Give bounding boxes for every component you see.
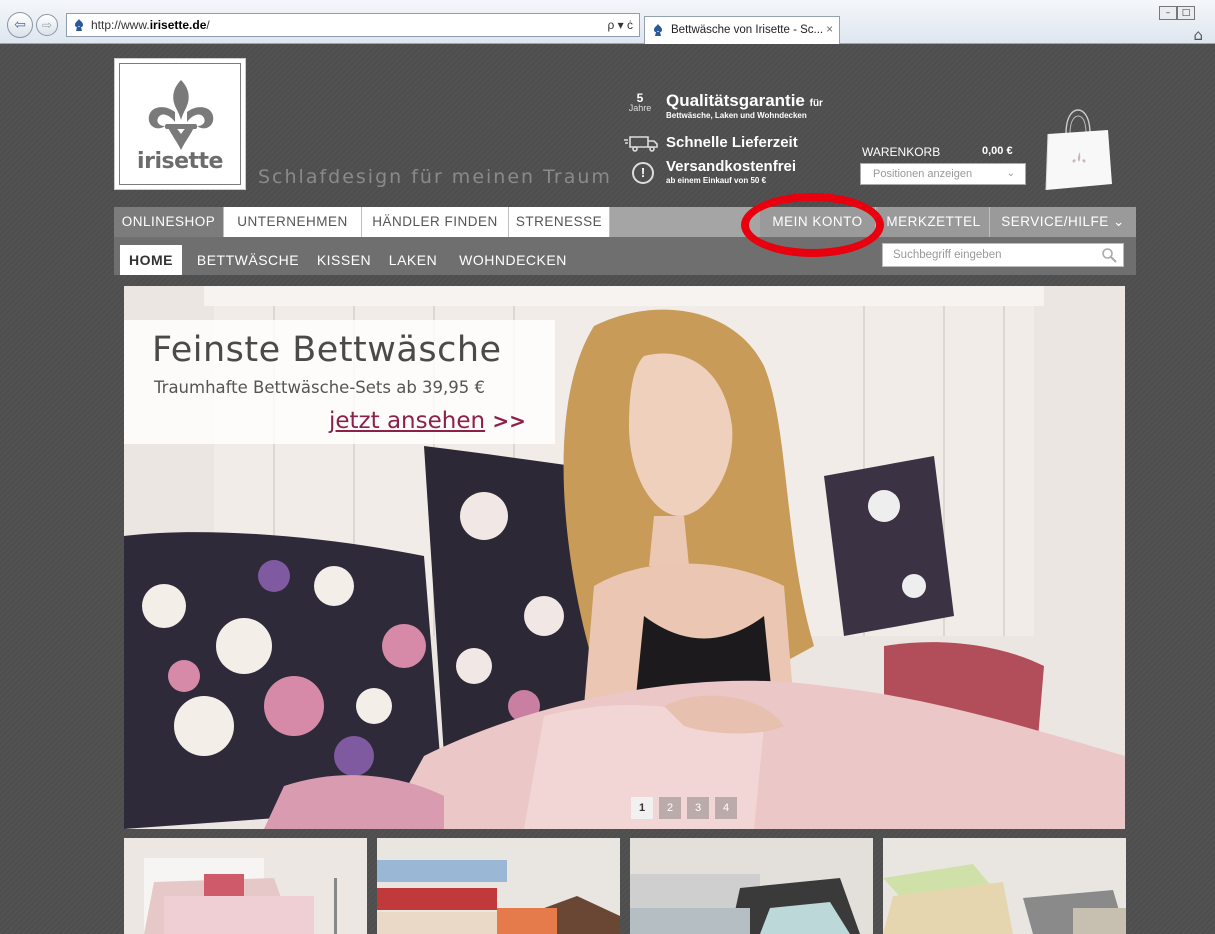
teaser-wohndecken[interactable] [883,838,1126,934]
subnav-wohndecken[interactable]: WOHNDECKEN [454,245,572,275]
nav-merkzettel[interactable]: MERKZETTEL [878,207,990,237]
hero-cta-link[interactable]: jetzt ansehen >> [329,408,526,434]
subnav-bettwaesche[interactable]: BETTWÄSCHE [192,245,304,275]
url-text: http://www.irisette.de/ [91,18,210,32]
address-search-refresh-icons[interactable]: ρ ▾ ċ [607,14,633,36]
teaser-laken[interactable] [377,838,620,934]
hero-textbox: Feinste Bettwäsche Traumhafte Bettwäsche… [124,320,555,444]
shopping-bag-icon[interactable] [1040,106,1116,192]
category-navigation: HOME BETTWÄSCHE KISSEN LAKEN WOHNDECKEN … [114,237,1136,275]
teaser-bettwaesche[interactable] [124,838,367,934]
hero-slider[interactable]: Feinste Bettwäsche Traumhafte Bettwäsche… [124,286,1125,829]
nav-strenesse[interactable]: STRENESSE [509,207,610,237]
window-controls: – □ [1159,0,1215,20]
irisette-favicon-icon [75,19,83,31]
logo-text: irisette [137,149,223,174]
slide-dot-3[interactable]: 3 [687,797,709,819]
guarantee-badge: 5 Jahre [628,91,652,113]
hero-title: Feinste Bettwäsche [152,330,502,370]
forward-icon[interactable]: ⇨ [36,14,58,36]
search-input[interactable]: Suchbegriff eingeben [882,243,1124,267]
truck-icon [624,136,658,152]
irisette-favicon-icon [654,24,662,36]
address-bar[interactable]: http://www.irisette.de/ ρ ▾ ċ [66,13,640,37]
web-page: irisette Schlafdesign für meinen Traum 5… [0,44,1215,934]
close-icon[interactable]: × [826,17,833,43]
nav-unternehmen[interactable]: UNTERNEHMEN [224,207,362,237]
tab-title: Bettwäsche von Irisette - Sc... [671,24,824,36]
cart-sum: 0,00 € [982,145,1013,157]
cart-positions-select[interactable]: Positionen anzeigen ⌄ [860,163,1026,185]
nav-onlineshop[interactable]: ONLINESHOP [114,207,224,237]
exclamation-icon: ! [632,162,654,184]
back-icon[interactable]: ⇦ [7,12,33,38]
logo[interactable]: irisette [114,58,246,190]
cart-label[interactable]: WARENKORB [862,145,940,159]
browser-toolbar: ⇦ ⇨ http://www.irisette.de/ ρ ▾ ċ Bettwä… [0,0,1215,44]
slogan: Schlafdesign für meinen Traum [258,166,612,188]
fleur-de-lis-icon [148,80,214,150]
browser-tab-active[interactable]: Bettwäsche von Irisette - Sc... × [644,16,840,44]
hero-subtitle: Traumhafte Bettwäsche-Sets ab 39,95 € [154,378,486,397]
nav-mein-konto[interactable]: MEIN KONTO [760,207,876,237]
slide-dot-2[interactable]: 2 [659,797,681,819]
subnav-laken[interactable]: LAKEN [382,245,444,275]
maximize-icon[interactable]: □ [1177,6,1195,20]
slide-dot-4[interactable]: 4 [715,797,737,819]
subnav-kissen[interactable]: KISSEN [310,245,378,275]
subnav-home[interactable]: HOME [120,245,182,275]
slide-dot-1[interactable]: 1 [631,797,653,819]
nav-haendler-finden[interactable]: HÄNDLER FINDEN [362,207,509,237]
search-icon[interactable] [1101,247,1117,263]
minimize-icon[interactable]: – [1159,6,1177,20]
slider-pagination: 1234 [631,796,743,819]
teaser-kissen[interactable] [630,838,873,934]
main-navigation: ONLINESHOP UNTERNEHMEN HÄNDLER FINDEN ST… [114,207,1136,237]
chevron-down-icon: ⌄ [1006,168,1015,179]
nav-service-hilfe[interactable]: SERVICE/HILFE ⌄ [990,207,1136,237]
home-icon[interactable]: ⌂ [1193,26,1203,44]
